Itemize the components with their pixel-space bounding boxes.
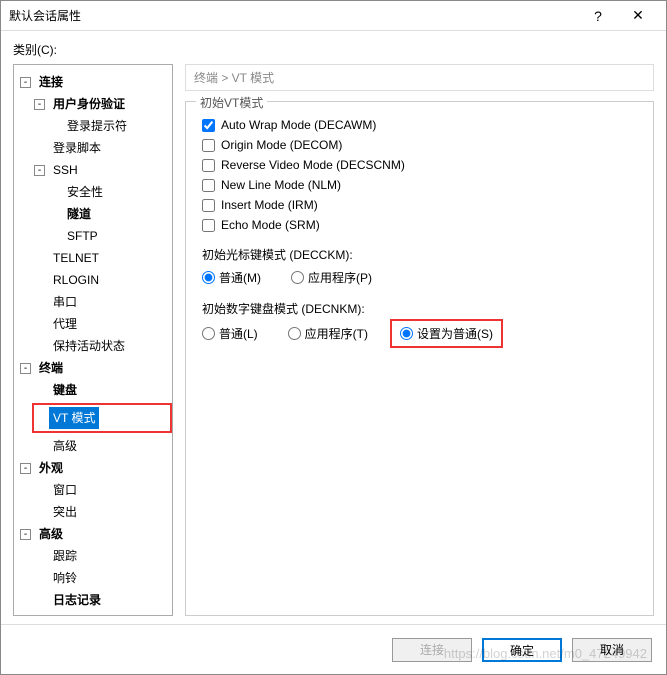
tree-user-auth[interactable]: -用户身份验证 登录提示符: [34, 93, 168, 137]
keypad-mode-label: 初始数字键盘模式 (DECNKM):: [202, 300, 637, 317]
title-bar: 默认会话属性 ? ✕: [1, 1, 666, 31]
collapse-icon[interactable]: -: [20, 529, 31, 540]
group-title: 初始VT模式: [196, 94, 267, 111]
vt-mode-group: 初始VT模式 Auto Wrap Mode (DECAWM) Origin Mo…: [185, 101, 654, 616]
check-origin[interactable]: Origin Mode (DECOM): [202, 138, 637, 152]
tree-serial[interactable]: 串口: [34, 291, 168, 313]
tree-terminal[interactable]: -终端 键盘 VT 模式 高级: [20, 357, 168, 457]
tree-logging[interactable]: 日志记录: [34, 589, 168, 611]
cursor-mode-label: 初始光标键模式 (DECCKM):: [202, 246, 637, 263]
collapse-icon[interactable]: -: [20, 77, 31, 88]
tree-vt-mode[interactable]: VT 模式: [32, 403, 172, 433]
tree-window[interactable]: 窗口: [34, 479, 168, 501]
tree-sftp[interactable]: SFTP: [48, 225, 168, 247]
check-echo[interactable]: Echo Mode (SRM): [202, 218, 637, 232]
tree-trace[interactable]: 跟踪: [34, 545, 168, 567]
keypad-app-radio[interactable]: 应用程序(T): [288, 325, 368, 342]
tree-highlight[interactable]: 突出: [34, 501, 168, 523]
tree-appearance[interactable]: -外观 窗口 突出: [20, 457, 168, 523]
cancel-button[interactable]: 取消: [572, 638, 652, 662]
tree-bell[interactable]: 响铃: [34, 567, 168, 589]
dialog-footer: 连接 确定 取消: [1, 624, 666, 674]
echo-checkbox[interactable]: [202, 219, 215, 232]
category-tree[interactable]: -连接 -用户身份验证 登录提示符 登录脚本 -SSH 安全性 隧道 SFTP: [13, 64, 173, 616]
help-button[interactable]: ?: [578, 8, 618, 24]
window-title: 默认会话属性: [9, 7, 578, 24]
tree-advanced-terminal[interactable]: 高级: [34, 435, 168, 457]
cursor-app-radio[interactable]: 应用程序(P): [291, 269, 372, 286]
collapse-icon[interactable]: -: [20, 363, 31, 374]
tree-keepalive[interactable]: 保持活动状态: [34, 335, 168, 357]
breadcrumb: 终端 > VT 模式: [185, 64, 654, 91]
newline-checkbox[interactable]: [202, 179, 215, 192]
tree-login-prompt[interactable]: 登录提示符: [48, 115, 168, 137]
check-autowrap[interactable]: Auto Wrap Mode (DECAWM): [202, 118, 637, 132]
tree-login-script[interactable]: 登录脚本: [34, 137, 168, 159]
check-insert[interactable]: Insert Mode (IRM): [202, 198, 637, 212]
tree-rlogin[interactable]: RLOGIN: [34, 269, 168, 291]
cursor-normal-radio[interactable]: 普通(M): [202, 269, 261, 286]
collapse-icon[interactable]: -: [20, 463, 31, 474]
insert-checkbox[interactable]: [202, 199, 215, 212]
tree-telnet[interactable]: TELNET: [34, 247, 168, 269]
tree-security[interactable]: 安全性: [48, 181, 168, 203]
category-label: 类别(C):: [13, 41, 654, 58]
tree-file-transfer[interactable]: -文件传输 X/YMODEM ZMODEM: [20, 611, 168, 616]
reverse-checkbox[interactable]: [202, 159, 215, 172]
tree-ssh[interactable]: -SSH 安全性 隧道 SFTP: [34, 159, 168, 247]
tree-advanced[interactable]: -高级 跟踪 响铃 日志记录: [20, 523, 168, 611]
check-reverse[interactable]: Reverse Video Mode (DECSCNM): [202, 158, 637, 172]
collapse-icon[interactable]: -: [34, 165, 45, 176]
keypad-normal-radio[interactable]: 普通(L): [202, 325, 258, 342]
check-newline[interactable]: New Line Mode (NLM): [202, 178, 637, 192]
connect-button: 连接: [392, 638, 472, 662]
tree-keyboard[interactable]: 键盘: [34, 379, 168, 401]
tree-connection[interactable]: -连接 -用户身份验证 登录提示符 登录脚本 -SSH 安全性 隧道 SFTP: [20, 71, 168, 357]
tree-tunnel[interactable]: 隧道: [48, 203, 168, 225]
origin-checkbox[interactable]: [202, 139, 215, 152]
collapse-icon[interactable]: -: [34, 99, 45, 110]
close-button[interactable]: ✕: [618, 7, 658, 24]
autowrap-checkbox[interactable]: [202, 119, 215, 132]
ok-button[interactable]: 确定: [482, 638, 562, 662]
tree-proxy[interactable]: 代理: [34, 313, 168, 335]
keypad-setnormal-radio[interactable]: 设置为普通(S): [400, 325, 493, 342]
